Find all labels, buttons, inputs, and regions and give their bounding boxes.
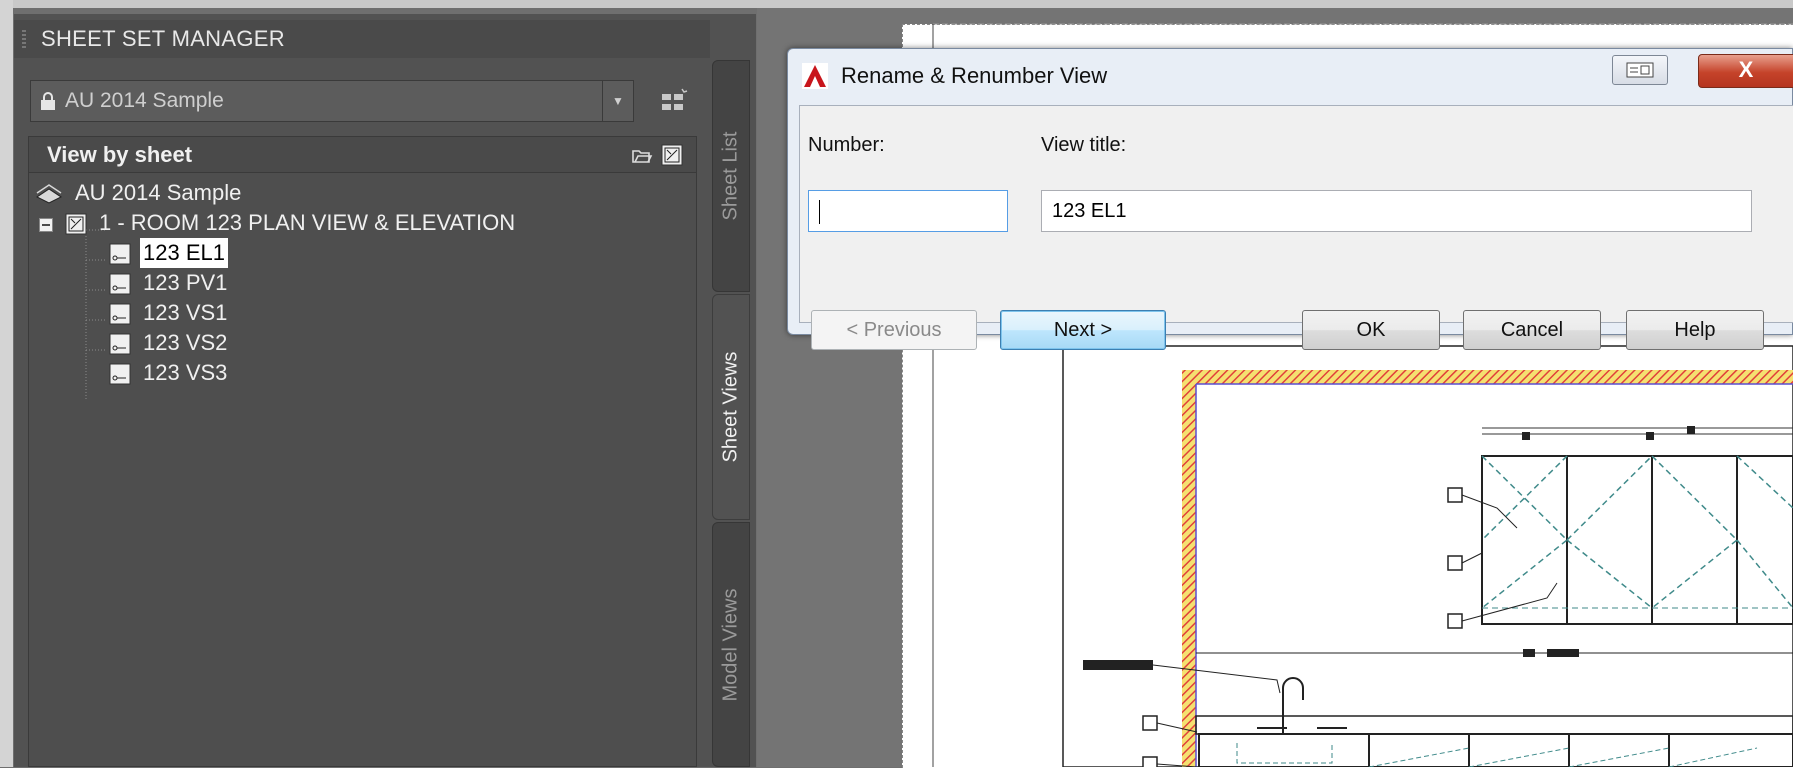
app-frame-left	[0, 0, 13, 767]
tab-model-views-label: Model Views	[719, 587, 742, 702]
view-header-label: View by sheet	[47, 142, 193, 167]
ok-button-label: OK	[1356, 319, 1386, 341]
app-frame-top	[0, 0, 1793, 8]
folder-open-icon[interactable]	[631, 144, 653, 166]
sheet-icon	[65, 213, 87, 235]
new-view-category-icon[interactable]	[661, 144, 683, 166]
view-by-sheet-header: View by sheet	[29, 137, 696, 173]
sheet-set-properties-icon[interactable]	[660, 88, 688, 116]
tab-sheet-views-label: Sheet Views	[719, 351, 742, 463]
rename-renumber-dialog: Rename & Renumber View X Number: View ti…	[787, 48, 1793, 350]
chevron-down-icon[interactable]: ▼	[602, 81, 633, 121]
next-button[interactable]: Next >	[1000, 310, 1166, 350]
tree-view-label: 123 VS2	[143, 330, 228, 355]
cancel-button-label: Cancel	[1500, 319, 1564, 341]
dialog-context-help-button[interactable]	[1612, 55, 1668, 85]
view-title-field-value: 123 EL1	[1052, 200, 1127, 222]
tree-view-label: 123 VS3	[143, 360, 228, 385]
palette-title-bar[interactable]: SHEET SET MANAGER	[14, 20, 710, 58]
palette-title: SHEET SET MANAGER	[41, 26, 285, 51]
dialog-close-button[interactable]: X	[1698, 54, 1793, 88]
ok-button[interactable]: OK	[1302, 310, 1440, 350]
autocad-logo-icon	[802, 63, 828, 89]
collapse-icon[interactable]	[39, 218, 53, 232]
tree-root-label: AU 2014 Sample	[75, 180, 242, 205]
lock-icon	[41, 92, 55, 110]
tree-root-sheet-set[interactable]: AU 2014 Sample	[35, 178, 435, 208]
tab-sheet-list[interactable]: Sheet List	[712, 60, 750, 292]
sheet-set-icon	[36, 184, 62, 204]
help-button[interactable]: Help	[1626, 310, 1764, 350]
sheet-set-selector-value: AU 2014 Sample	[65, 89, 224, 112]
tree-view-label: 123 VS1	[143, 300, 228, 325]
view-icon	[109, 363, 131, 385]
tree-view-item[interactable]: 123 EL1	[109, 238, 309, 268]
tree-view-item[interactable]: 123 VS2	[109, 328, 309, 358]
next-button-label: Next >	[1053, 319, 1113, 341]
dialog-body: Number: View title: 123 EL1 < Previous N…	[799, 105, 1793, 350]
view-icon	[109, 273, 131, 295]
tree-view-item[interactable]: 123 VS3	[109, 358, 309, 388]
number-label: Number:	[808, 134, 885, 156]
tab-model-views[interactable]: Model Views	[712, 522, 750, 767]
tab-sheet-list-label: Sheet List	[719, 131, 742, 221]
tab-sheet-views[interactable]: Sheet Views	[712, 294, 750, 520]
tree-view-label: 123 PV1	[143, 270, 228, 295]
view-icon	[109, 303, 131, 325]
tree-sheet-node[interactable]: 1 - ROOM 123 PLAN VIEW & ELEVATION	[39, 208, 659, 238]
text-caret	[819, 199, 820, 224]
dialog-title: Rename & Renumber View	[841, 63, 1108, 88]
tree-sheet-label: 1 - ROOM 123 PLAN VIEW & ELEVATION	[99, 210, 516, 235]
previous-button[interactable]: < Previous	[811, 310, 977, 350]
context-help-icon	[1626, 62, 1654, 78]
cancel-button[interactable]: Cancel	[1463, 310, 1601, 350]
view-title-label: View title:	[1041, 134, 1127, 156]
tree-view-label: 123 EL1	[140, 238, 228, 268]
close-icon: X	[1738, 57, 1754, 82]
dialog-title-bar[interactable]: Rename & Renumber View X	[788, 49, 1793, 99]
view-icon	[109, 333, 131, 355]
previous-button-label: < Previous	[846, 319, 942, 341]
number-field[interactable]	[808, 190, 1008, 232]
palette-tabs: Sheet List Sheet Views Model Views	[712, 60, 750, 767]
view-title-field[interactable]: 123 EL1	[1041, 190, 1752, 232]
sheet-set-selector[interactable]: AU 2014 Sample ▼	[30, 80, 634, 122]
grip-icon[interactable]	[22, 30, 26, 48]
view-icon	[109, 243, 131, 265]
tree-view-item[interactable]: 123 PV1	[109, 268, 309, 298]
help-button-label: Help	[1674, 319, 1716, 341]
tree-view-item[interactable]: 123 VS1	[109, 298, 309, 328]
